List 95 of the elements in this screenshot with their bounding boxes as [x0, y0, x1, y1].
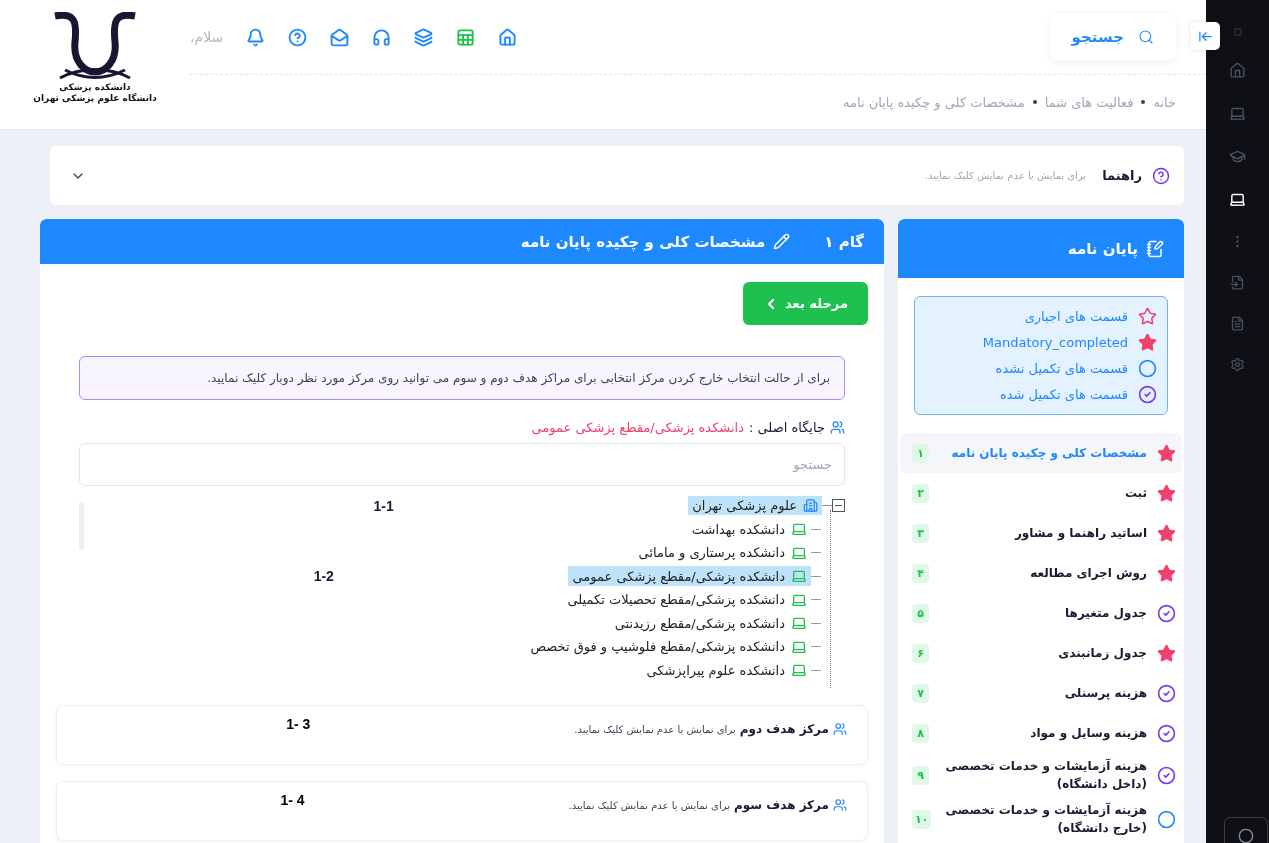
step-item[interactable]: اساتید راهنما و مشاور ۳: [900, 513, 1182, 553]
laptop-icon: [791, 615, 807, 632]
step-number: ۵: [912, 603, 929, 623]
legend-text: قسمت های تکمیل شده: [999, 387, 1128, 402]
step-number: ۱: [912, 443, 929, 463]
annotation-text: 1- 4: [280, 792, 305, 808]
step-number: ۴: [912, 563, 929, 583]
home-icon[interactable]: [1229, 62, 1246, 79]
step-item[interactable]: هزینه پرسنلی ۷: [900, 673, 1182, 713]
step-item[interactable]: هزینه وسایل و مواد ۸: [900, 713, 1182, 753]
step-label: گام ۱: [824, 232, 864, 251]
guide-title: راهنما: [1102, 168, 1142, 183]
tree-item[interactable]: دانشکده پزشکی/مقطع رزیدنتی: [610, 613, 811, 634]
annotation-text: 1- 3: [286, 716, 311, 732]
laptop-icon: [791, 521, 807, 538]
tree-item[interactable]: دانشکده پزشکی/مقطع پزشکی عمومی: [568, 566, 811, 587]
circle-button[interactable]: [1224, 817, 1268, 843]
legend-text: Mandatory_completed: [982, 335, 1128, 350]
star-icon: [1157, 483, 1176, 503]
star-outline-icon: [1138, 307, 1157, 326]
star-icon: [1157, 523, 1176, 543]
star-icon: [1138, 333, 1157, 352]
step-number: ۸: [912, 723, 929, 743]
target-center-hint: برای نمایش یا عدم نمایش کلیک نمایید.: [574, 724, 736, 735]
step-number: ۳: [912, 523, 929, 543]
star-icon: [1157, 563, 1176, 583]
check-circle-icon: [1157, 683, 1176, 703]
step-number: ۹: [912, 765, 929, 785]
help-icon: [1152, 166, 1170, 185]
notebook-icon: [1146, 239, 1164, 258]
check-circle-icon: [1157, 765, 1176, 785]
tree-item[interactable]: دانشکده بهداشت: [687, 519, 811, 540]
circle-icon: [1138, 359, 1157, 378]
logo-text: دانشگاه علوم پزشکی تهران: [33, 92, 157, 104]
file-import-icon[interactable]: [1230, 275, 1245, 290]
target-center-title: مرکز هدف سوم: [734, 798, 829, 812]
pencil-icon: [773, 233, 791, 250]
collapse-sidebar-button[interactable]: [1191, 22, 1220, 50]
location-icon: [833, 722, 847, 736]
greeting-text: سلام،: [190, 29, 224, 45]
tree-item[interactable]: علوم پزشکی تهران: [688, 496, 822, 516]
search-field[interactable]: جستجو: [79, 443, 845, 486]
notice-text: برای از حالت انتخاب خارج کردن مرکز انتخابی برای مراکز هدف دوم و سوم می توانید روی مرکز مورد نظر دوبار کلیک نمایید.: [79, 356, 845, 400]
step-number: ۷: [912, 683, 929, 703]
settings-icon[interactable]: [1230, 357, 1245, 372]
step-item[interactable]: هزینه آزمایشات و خدمات تخصصی (خارج دانشگاه) ۱۰: [900, 797, 1182, 841]
graduation-cap-icon[interactable]: [1229, 148, 1246, 165]
logo-text: دانشکده پزشکی: [59, 82, 131, 93]
star-icon: [1157, 643, 1176, 663]
annotation-text: 1-2: [313, 568, 334, 585]
step-item[interactable]: ثبت ۲: [900, 473, 1182, 513]
laptop-icon: [791, 568, 807, 585]
step-number: ۱۰: [912, 809, 932, 829]
step-item[interactable]: جدول زمانبندی ۶: [900, 633, 1182, 673]
step-number: ۶: [912, 643, 929, 663]
location-value: دانشکده پزشکی/مقطع پزشکی عمومی: [531, 420, 744, 435]
tree-item[interactable]: دانشکده پرستاری و مامائی: [634, 542, 811, 563]
guide-hint: برای نمایش یا عدم نمایش کلیک نمایید.: [924, 170, 1087, 181]
laptop-icon[interactable]: [1229, 191, 1246, 208]
step-item[interactable]: جدول متغیرها ۵: [900, 593, 1182, 633]
check-circle-icon: [1157, 603, 1176, 623]
legend-text: قسمت های اجباری: [1024, 309, 1128, 324]
location-icon: [833, 798, 847, 812]
laptop-icon: [791, 662, 807, 679]
location-icon: [830, 420, 845, 435]
collapse-icon[interactable]: [832, 499, 845, 513]
step-item[interactable]: هزینه آزمایشات و خدمات تخصصی (داخل دانشگاه) ۹: [900, 753, 1182, 797]
help-icon[interactable]: [288, 27, 308, 47]
location-label: جایگاه اصلی :: [749, 420, 825, 435]
thesis-title: پایان نامه: [1067, 239, 1138, 258]
building-icon: [803, 498, 818, 514]
tree-item[interactable]: دانشکده علوم پیراپزشکی: [642, 660, 811, 681]
home-icon[interactable]: [498, 27, 518, 47]
check-circle-icon: [1138, 385, 1157, 404]
step-number: ۲: [912, 483, 929, 503]
check-circle-icon: [1157, 723, 1176, 743]
guide-panel[interactable]: راهنما برای نمایش یا عدم نمایش کلیک نمایید.: [50, 146, 1184, 205]
tree-item[interactable]: دانشکده پزشکی/مقطع تحصیلات تکمیلی: [563, 589, 811, 610]
star-icon: [1157, 443, 1176, 463]
circle-icon: [1157, 809, 1176, 829]
file-icon[interactable]: [1230, 316, 1245, 331]
app-icon: [1233, 28, 1242, 36]
legend-text: قسمت های تکمیل نشده: [995, 361, 1128, 376]
target-center-hint: برای نمایش یا عدم نمایش کلیک نمایید.: [568, 800, 730, 811]
annotation-text: 1-1: [373, 497, 394, 514]
headset-icon[interactable]: [372, 27, 392, 47]
open-mail-icon[interactable]: [330, 27, 350, 47]
layers-icon[interactable]: [414, 27, 434, 47]
search-icon: [1138, 29, 1154, 45]
step-title: مشخصات کلی و چکیده پایان نامه: [520, 232, 766, 251]
step-item[interactable]: روش اجرای مطالعه ۴: [900, 553, 1182, 593]
target-center-title: مرکز هدف دوم: [739, 722, 829, 736]
tree-item[interactable]: دانشکده پزشکی/مقطع فلوشیپ و فوق تخصص: [526, 636, 811, 657]
bell-icon[interactable]: [246, 27, 266, 47]
table-icon[interactable]: [456, 27, 476, 47]
